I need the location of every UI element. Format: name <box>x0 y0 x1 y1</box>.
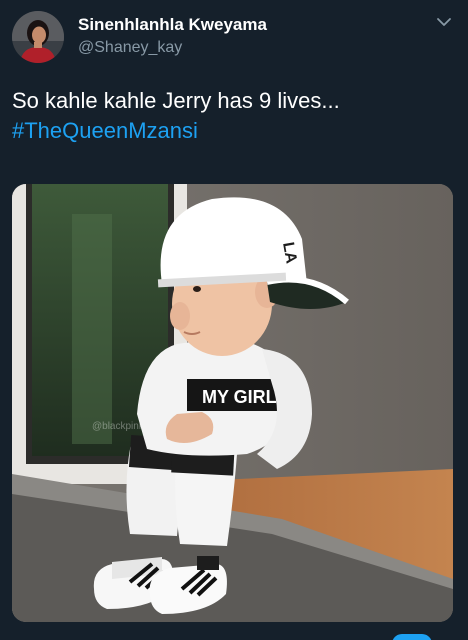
chevron-down-icon[interactable] <box>436 16 452 28</box>
user-handle[interactable]: @Shaney_kay <box>78 37 267 59</box>
photo-image: @blackpink MY GIRLS LA <box>12 184 453 622</box>
tweet-header: Sinenhlanhla Kweyama @Shaney_kay <box>0 0 468 80</box>
avatar-photo-icon <box>12 11 64 63</box>
watermark-text: @blackpink <box>92 421 145 432</box>
compose-fab-edge[interactable] <box>392 634 432 640</box>
tweet-card: Sinenhlanhla Kweyama @Shaney_kay So kahl… <box>0 0 468 640</box>
author-names: Sinenhlanhla Kweyama @Shaney_kay <box>78 14 267 59</box>
tweet-media-photo[interactable]: @blackpink MY GIRLS LA <box>12 184 453 622</box>
tweet-text: So kahle kahle Jerry has 9 lives... #The… <box>12 86 452 146</box>
tweet-text-line: So kahle kahle Jerry has 9 lives... <box>12 88 340 113</box>
hashtag-link[interactable]: #TheQueenMzansi <box>12 116 452 146</box>
avatar[interactable] <box>12 11 64 63</box>
display-name[interactable]: Sinenhlanhla Kweyama <box>78 14 267 36</box>
